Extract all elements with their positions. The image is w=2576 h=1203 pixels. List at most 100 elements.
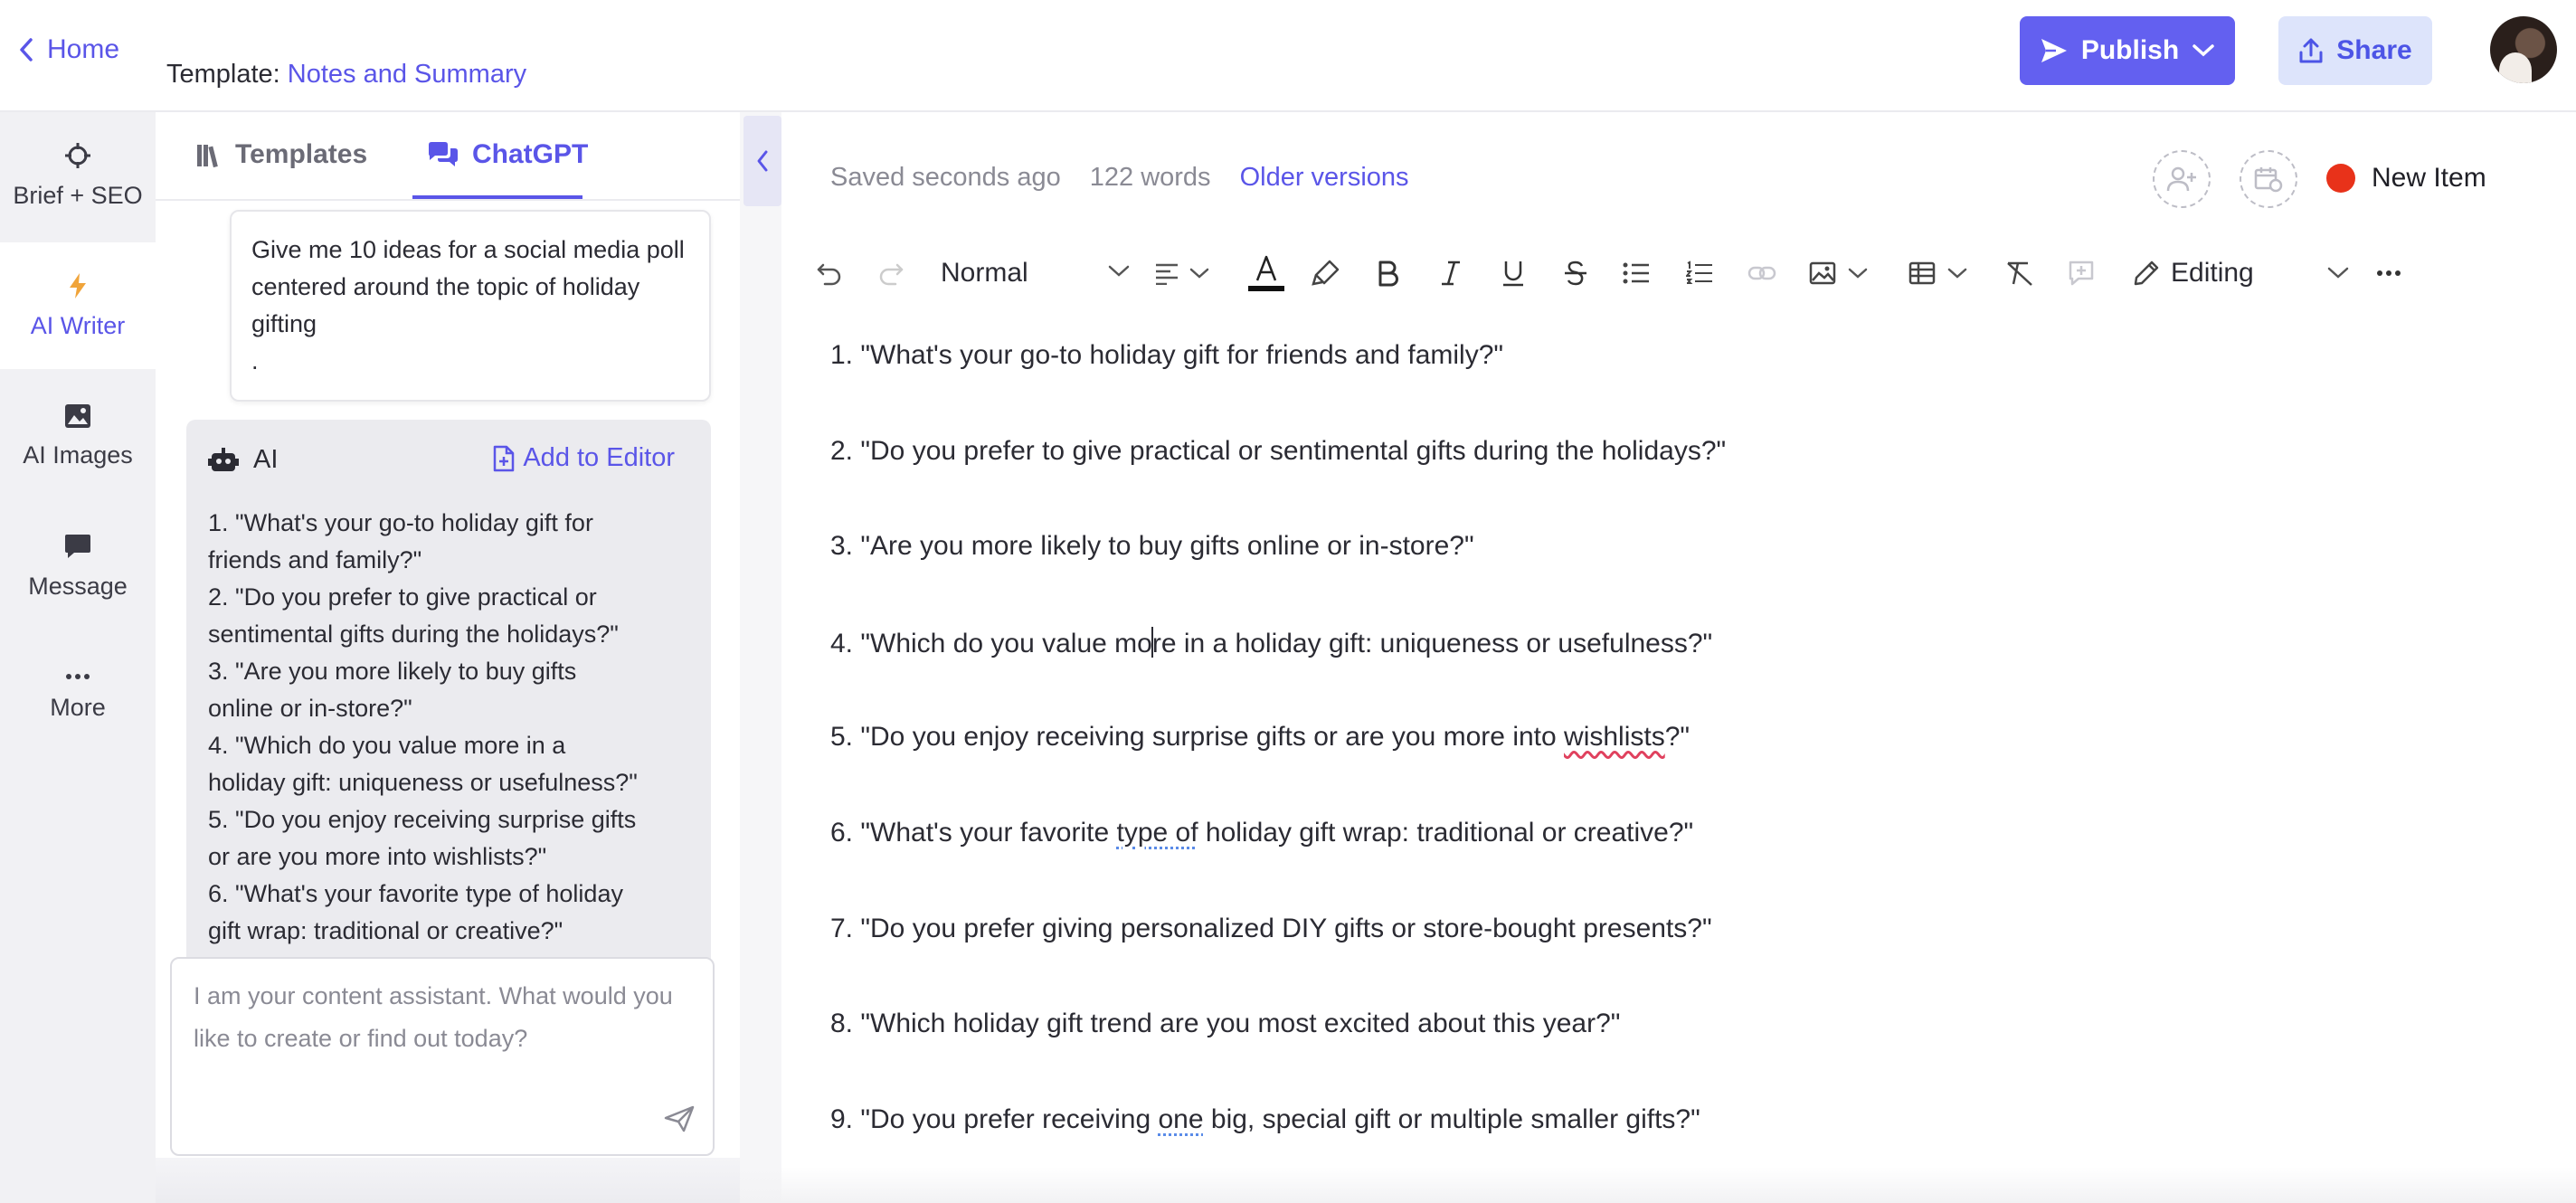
chevron-down-icon — [2192, 43, 2215, 58]
status-selector[interactable]: New Item — [2326, 163, 2486, 194]
editor-status: Saved seconds ago 122 words Older versio… — [830, 163, 1409, 193]
link-button[interactable] — [1747, 253, 1776, 293]
bullet-list-button[interactable] — [1623, 253, 1650, 293]
strikethrough-icon — [1563, 260, 1588, 287]
avatar[interactable] — [2490, 16, 2557, 83]
editing-mode-select[interactable]: Editing — [2133, 253, 2350, 293]
add-to-editor-button[interactable]: Add to Editor — [492, 443, 675, 473]
ai-line: 1. "What's your go-to holiday gift for — [208, 509, 593, 536]
panel-footer — [156, 1158, 740, 1203]
grammar-flag[interactable]: one — [1159, 1104, 1204, 1134]
add-comment-button[interactable] — [2068, 253, 2095, 293]
older-versions-link[interactable]: Older versions — [1240, 163, 1409, 193]
word-count: 122 words — [1089, 163, 1211, 192]
ellipsis-icon — [2375, 269, 2402, 278]
status-label: New Item — [2372, 163, 2486, 193]
strikethrough-button[interactable] — [1563, 253, 1588, 293]
grammar-flag[interactable]: type of — [1117, 818, 1198, 848]
editor-paragraph: 3. "Are you more likely to buy gifts onl… — [830, 531, 1474, 561]
rail-item-brief-seo[interactable]: Brief + SEO — [0, 112, 156, 239]
text-fragment: ?" — [1664, 722, 1690, 752]
align-left-icon — [1154, 261, 1179, 285]
spelling-flag[interactable]: wishlists — [1564, 722, 1665, 752]
books-icon — [195, 141, 223, 168]
mode-select-value: Editing — [2171, 258, 2254, 288]
editor-toolbar: Normal Editing — [810, 246, 2420, 300]
rail-item-label: AI Writer — [30, 311, 126, 339]
editor-bottom-edge — [740, 1167, 2576, 1203]
publish-button[interactable]: Publish — [2020, 16, 2235, 85]
tab-label: Templates — [235, 139, 368, 169]
send-message-icon[interactable] — [664, 1105, 695, 1132]
ai-line: gift wrap: traditional or creative?" — [208, 917, 564, 944]
tab-chatgpt[interactable]: ChatGPT — [427, 139, 588, 170]
schedule-button[interactable] — [2240, 150, 2297, 208]
editor-paragraph: 5. "Do you enjoy receiving surprise gift… — [830, 722, 1690, 753]
bullet-list-icon — [1623, 261, 1650, 285]
chat-input[interactable]: I am your content assistant. What would … — [170, 957, 715, 1156]
file-add-icon — [492, 445, 516, 472]
editor-paragraph: 2. "Do you prefer to give practical or s… — [830, 436, 1727, 466]
bold-icon — [1377, 260, 1398, 287]
editor-paragraph: 4. "Which do you value more in a holiday… — [830, 627, 1712, 659]
underline-button[interactable] — [1501, 253, 1525, 293]
align-select[interactable] — [1154, 253, 1210, 293]
link-icon — [1747, 264, 1776, 282]
text-fragment: 9. "Do you prefer receiving — [830, 1104, 1159, 1134]
ai-line: or are you more into wishlists?" — [208, 843, 547, 870]
highlighter-icon — [1312, 259, 1340, 288]
home-link[interactable]: Home — [18, 34, 119, 65]
redo-icon — [877, 260, 904, 287]
chat-bubble-icon — [64, 533, 91, 560]
editor-paragraph: 6. "What's your favorite type of holiday… — [830, 818, 1693, 848]
rail-item-label: Message — [28, 572, 128, 600]
template-prefix: Template: — [166, 60, 280, 89]
ai-line: sentimental gifts during the holidays?" — [208, 620, 619, 648]
user-message: Give me 10 ideas for a social media poll… — [230, 210, 711, 402]
undo-button[interactable] — [816, 253, 843, 293]
ai-response-body: 1. "What's your go-to holiday gift for f… — [208, 505, 678, 987]
text-fragment: holiday gift wrap: traditional or creati… — [1198, 818, 1694, 848]
crosshair-icon — [64, 142, 91, 169]
rail-item-ai-writer[interactable]: AI Writer — [0, 242, 156, 369]
redo-button[interactable] — [877, 253, 904, 293]
underline-icon — [1501, 260, 1525, 287]
top-bar: Home Template: Notes and Summary Publish… — [0, 0, 2576, 112]
collapse-panel-button[interactable] — [743, 116, 781, 206]
rail-item-label: Brief + SEO — [13, 181, 143, 209]
italic-button[interactable] — [1440, 253, 1462, 293]
comment-plus-icon — [2068, 260, 2095, 287]
text-fragment: 4. "Which do you value mo — [830, 629, 1152, 658]
style-select-value: Normal — [941, 258, 1028, 288]
share-button[interactable]: Share — [2278, 16, 2432, 85]
text-fragment: big, special gift or multiple smaller gi… — [1203, 1104, 1700, 1134]
tab-templates[interactable]: Templates — [195, 139, 367, 170]
rail-item-label: AI Images — [23, 440, 133, 469]
insert-table-select[interactable] — [1908, 253, 1968, 293]
clear-format-button[interactable] — [2004, 253, 2035, 293]
assign-user-button[interactable] — [2153, 150, 2211, 208]
numbered-list-button[interactable] — [1686, 253, 1713, 293]
ai-line: holiday gift: uniqueness or usefulness?" — [208, 769, 638, 796]
rail-item-ai-images[interactable]: AI Images — [0, 373, 156, 499]
panel-tabs: Templates ChatGPT — [156, 112, 740, 201]
home-label: Home — [47, 34, 120, 64]
insert-image-select[interactable] — [1809, 253, 1869, 293]
ai-line: 3. "Are you more likely to buy gifts — [208, 658, 577, 685]
panel-divider — [740, 112, 781, 1203]
rail-item-more[interactable]: More — [0, 633, 156, 760]
more-options-button[interactable] — [2375, 253, 2402, 293]
template-name[interactable]: Notes and Summary — [288, 60, 526, 89]
image-icon — [1809, 260, 1836, 286]
paragraph-style-select[interactable]: Normal — [941, 253, 1131, 293]
saved-status: Saved seconds ago — [830, 163, 1061, 192]
status-dot — [2326, 164, 2355, 193]
publish-label: Publish — [2080, 35, 2180, 65]
rail-item-message[interactable]: Message — [0, 503, 156, 630]
highlight-button[interactable] — [1312, 253, 1340, 293]
ai-line: 6. "What's your favorite type of holiday — [208, 880, 623, 907]
chevron-left-icon — [755, 148, 770, 174]
bold-button[interactable] — [1377, 253, 1398, 293]
text-color-button[interactable] — [1248, 253, 1284, 293]
ellipsis-icon — [64, 672, 91, 681]
